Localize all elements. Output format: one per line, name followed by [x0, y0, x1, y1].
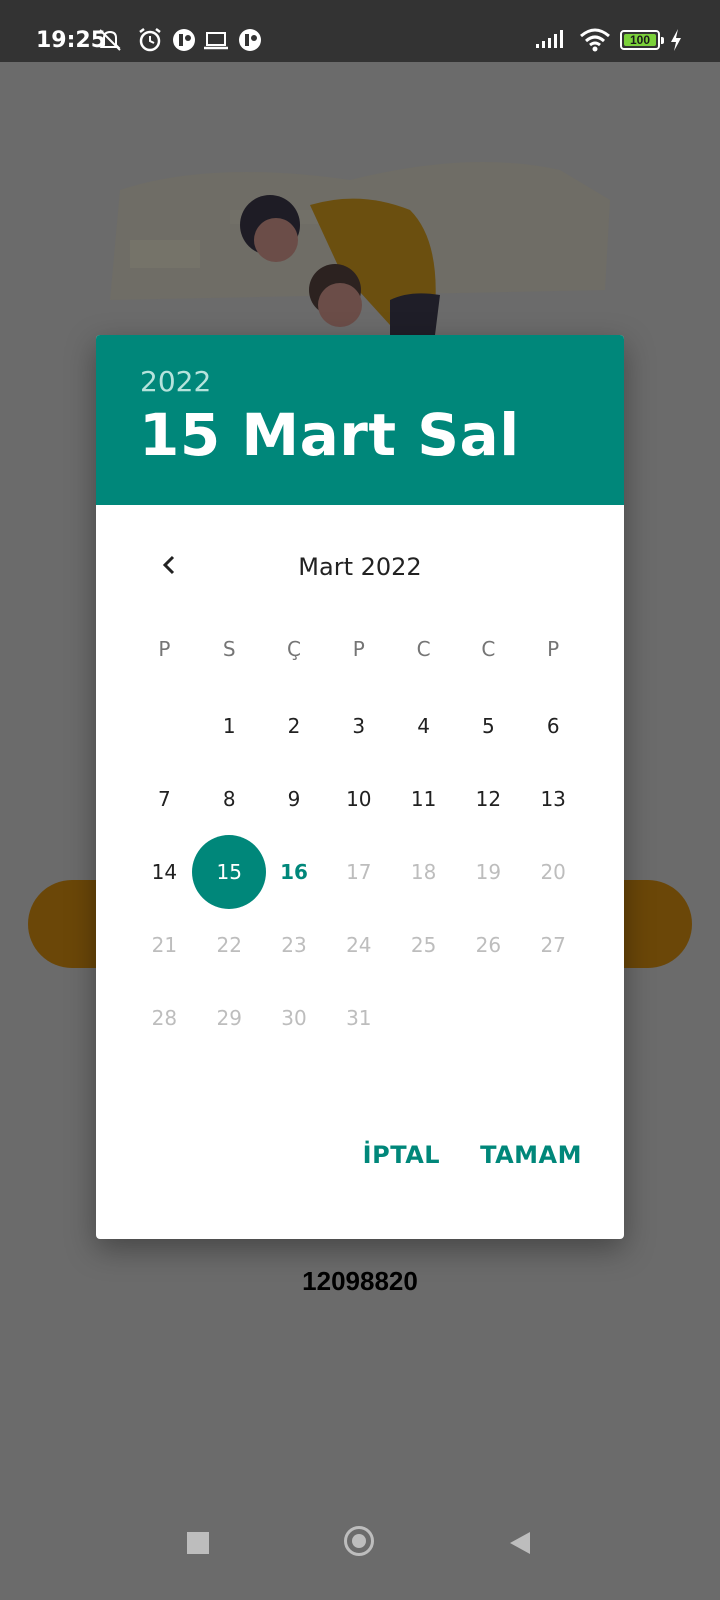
- background-number: 12098820: [302, 1266, 418, 1296]
- calendar-day-disabled: 26: [475, 932, 502, 957]
- calendar-day[interactable]: 9: [262, 762, 327, 835]
- calendar-day[interactable]: 1: [197, 689, 262, 762]
- background-illustration: [110, 162, 610, 335]
- calendar-day[interactable]: 3: [326, 689, 391, 762]
- charging-icon: [671, 29, 681, 51]
- weekday-header: P S Ç P C C P: [132, 637, 586, 667]
- cancel-button[interactable]: İPTAL: [363, 1141, 440, 1169]
- header-selected-date[interactable]: 15 Mart Sal: [139, 401, 520, 469]
- calendar-day-disabled: 23: [281, 932, 307, 957]
- calendar-day-disabled: 27: [540, 932, 566, 957]
- weekday-label: P: [352, 637, 365, 661]
- calendar-day-disabled: 29: [216, 1005, 242, 1030]
- calendar-day-disabled: 28: [151, 1005, 178, 1030]
- calendar-day[interactable]: 10: [326, 762, 391, 835]
- dialog-header: 2022 15 Mart Sal: [96, 335, 624, 505]
- calendar-day-empty: [132, 689, 197, 762]
- calendar-day-disabled: 19: [475, 859, 502, 884]
- calendar-week: 21 22 23 24 25 26 27: [132, 908, 586, 981]
- weekday-label: P: [547, 637, 560, 661]
- calendar-day[interactable]: 8: [197, 762, 262, 835]
- recent-apps-button[interactable]: [187, 1532, 209, 1554]
- calendar-day[interactable]: 13: [521, 762, 586, 835]
- calendar-week: 14 15 16 17 18 19 20: [132, 835, 586, 908]
- date-picker-dialog: 2022 15 Mart Sal Mart 2022 P S Ç P C C P…: [96, 335, 624, 1239]
- calendar-day-disabled: 31: [346, 1005, 372, 1030]
- app-icon: [173, 29, 195, 51]
- calendar-week: 1 2 3 4 5 6: [132, 689, 586, 762]
- dialog-actions: İPTAL TAMAM: [363, 1141, 582, 1169]
- ok-button[interactable]: TAMAM: [480, 1141, 582, 1169]
- calendar-day-disabled: 18: [410, 859, 437, 884]
- calendar-day-empty: [521, 981, 586, 1054]
- alarm-icon: [139, 28, 161, 52]
- status-bar: 19:25 100: [0, 0, 720, 62]
- calendar-week: 28 29 30 31: [132, 981, 586, 1054]
- calendar-day[interactable]: 11: [391, 762, 456, 835]
- calendar-day[interactable]: 4: [391, 689, 456, 762]
- calendar-day[interactable]: 6: [521, 689, 586, 762]
- calendar-day-disabled: 24: [346, 932, 372, 957]
- app-icon: [239, 29, 261, 51]
- calendar-day[interactable]: 7: [132, 762, 197, 835]
- calendar-day-disabled: 17: [346, 859, 372, 884]
- calendar-day[interactable]: 5: [456, 689, 521, 762]
- home-button[interactable]: [344, 1526, 374, 1556]
- back-button[interactable]: [508, 1530, 532, 1556]
- wifi-icon: [580, 28, 610, 52]
- calendar-day-selected[interactable]: 15: [197, 835, 262, 908]
- battery-level: 100: [624, 34, 656, 47]
- calendar-day-disabled: 25: [410, 932, 437, 957]
- calendar-day-disabled: 22: [216, 932, 242, 957]
- weekday-label: P: [158, 637, 171, 661]
- signal-icon: [536, 30, 563, 48]
- calendar-week: 7 8 9 10 11 12 13: [132, 762, 586, 835]
- calendar-day[interactable]: 2: [262, 689, 327, 762]
- calendar-day-today[interactable]: 16: [262, 835, 327, 908]
- calendar-day-disabled: 30: [281, 1005, 307, 1030]
- calendar-day-empty: [456, 981, 521, 1054]
- laptop-icon: [204, 32, 228, 50]
- battery-icon: 100: [620, 30, 664, 50]
- weekday-label: Ç: [287, 637, 301, 661]
- calendar-grid: 1 2 3 4 5 6 7 8 9 10 11 12 13 14 15 16 1…: [132, 689, 586, 1054]
- weekday-label: C: [481, 637, 496, 661]
- weekday-label: S: [222, 637, 236, 661]
- calendar-day-disabled: 21: [151, 932, 178, 957]
- calendar-day-disabled: 20: [540, 859, 566, 884]
- notifications-muted-icon: [99, 29, 121, 51]
- navigation-bar: [0, 1490, 720, 1600]
- weekday-label: C: [416, 637, 431, 661]
- header-year[interactable]: 2022: [140, 365, 211, 398]
- home-icon: [352, 1534, 366, 1548]
- calendar-day[interactable]: 12: [456, 762, 521, 835]
- calendar-day-empty: [391, 981, 456, 1054]
- calendar-day[interactable]: 14: [132, 835, 197, 908]
- month-title: Mart 2022: [298, 553, 422, 581]
